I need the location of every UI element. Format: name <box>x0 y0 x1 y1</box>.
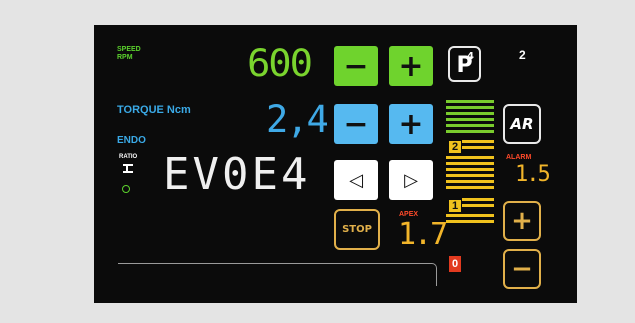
minus-icon: − <box>343 48 369 84</box>
previous-file-button[interactable]: ◁ <box>334 160 378 200</box>
scale-bar <box>446 100 494 103</box>
scale-bar <box>446 156 494 159</box>
plus-icon: + <box>511 206 533 236</box>
scale-bar <box>446 214 494 217</box>
alarm-plus-button[interactable]: + <box>503 201 541 241</box>
program-button[interactable]: P 4 <box>448 46 481 82</box>
program-index: 4 <box>467 51 474 62</box>
scale-bar <box>462 204 494 207</box>
speed-value: 600 <box>247 42 313 85</box>
rpm-label: RPM <box>117 54 133 61</box>
scale-marker-2: 2 <box>449 141 461 153</box>
endo-label: ENDO <box>117 135 146 146</box>
scale-marker-0: 0 <box>449 256 461 272</box>
torque-value: 2,4 <box>266 98 329 141</box>
scale-bar <box>446 168 494 171</box>
scale-bar <box>446 106 494 109</box>
torque-minus-button[interactable]: − <box>334 104 378 144</box>
minus-icon: − <box>511 254 533 284</box>
status-line <box>118 263 437 286</box>
apex-value: 1.7 <box>398 217 448 252</box>
scale-bar <box>462 198 494 201</box>
scale-bar <box>446 124 494 127</box>
alarm-value: 1.5 <box>515 162 551 187</box>
triangle-right-icon: ▷ <box>404 169 418 191</box>
scale-bar <box>446 180 494 183</box>
plus-icon: + <box>398 106 424 142</box>
torque-label: TORQUE Ncm <box>117 104 191 116</box>
memory-number: 2 <box>519 48 526 62</box>
file-code-display: EV0E4 <box>163 149 311 200</box>
torque-plus-button[interactable]: + <box>389 104 433 144</box>
speed-plus-button[interactable]: + <box>389 46 433 86</box>
scale-bar <box>446 112 494 115</box>
scale-bar <box>446 220 494 223</box>
speed-minus-button[interactable]: − <box>334 46 378 86</box>
motor-display: SPEED RPM TORQUE Ncm ENDO RATIO 600 − + … <box>94 25 577 303</box>
scale-bar <box>462 140 494 143</box>
speed-label: SPEED <box>117 46 141 53</box>
stop-button[interactable]: STOP <box>334 209 380 250</box>
plus-icon: + <box>398 48 424 84</box>
scale-bar <box>446 118 494 121</box>
next-file-button[interactable]: ▷ <box>389 160 433 200</box>
scale-bar <box>446 130 494 133</box>
minus-icon: − <box>343 106 369 142</box>
scale-bar <box>446 162 494 165</box>
auto-reverse-button[interactable]: AR <box>503 104 541 144</box>
alarm-label: ALARM <box>506 154 532 161</box>
status-led-icon <box>122 185 130 193</box>
triangle-left-icon: ◁ <box>349 169 363 191</box>
scale-bar <box>446 174 494 177</box>
scale-bar <box>446 186 494 189</box>
scale-bar <box>462 146 494 149</box>
scale-marker-1: 1 <box>449 200 461 212</box>
alarm-minus-button[interactable]: − <box>503 249 541 289</box>
ratio-label: RATIO <box>119 154 138 160</box>
apex-scale: 2 1 <box>446 100 496 230</box>
